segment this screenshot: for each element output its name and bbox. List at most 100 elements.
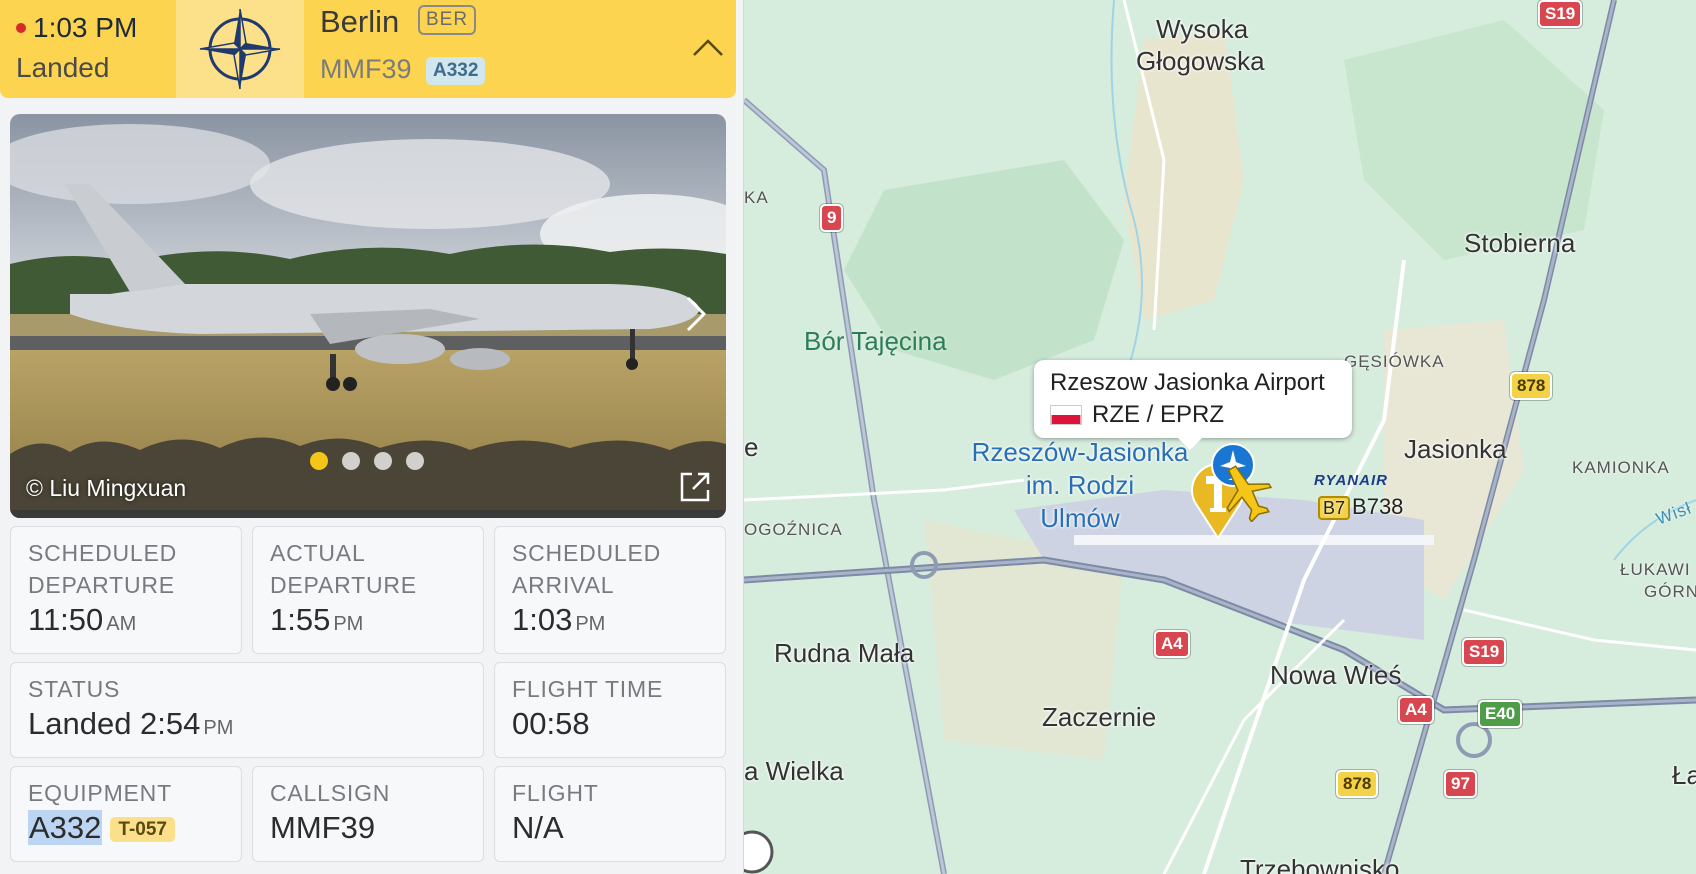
- town-label: Głogowska: [1136, 46, 1265, 76]
- status-cell: STATUS Landed 2:54 PM: [10, 662, 484, 758]
- town-label: Trzebownisko: [1240, 854, 1400, 874]
- airport-label-line: Rzeszów-Jasionka: [971, 437, 1189, 467]
- scheduled-departure-value-row: 11:50 AM: [28, 601, 241, 643]
- popup-airport-codes: RZE / EPRZ: [1092, 401, 1225, 428]
- town-label: a Wielka: [744, 756, 844, 786]
- flight-tracker-screen: 1:03 PM Landed Berlin BER MMF39 A332 © L…: [0, 0, 1696, 874]
- callsign-cell: CALLSIGN MMF39: [252, 766, 484, 862]
- town-label: e: [744, 432, 759, 462]
- town-label: Zaczernie: [1042, 702, 1157, 732]
- village-label: GÓRNY: [1644, 582, 1696, 601]
- live-status-dot-icon: [16, 23, 26, 33]
- equipment-value-row: A332 T-057: [28, 809, 241, 849]
- scheduled-departure-time: 11:50: [28, 602, 104, 637]
- road-shield: A4: [1154, 630, 1190, 658]
- carousel-dot[interactable]: [406, 452, 424, 470]
- status-value: Landed 2:54: [28, 706, 201, 741]
- destination-iata-badge: BER: [418, 5, 477, 35]
- airport-popup[interactable]: Rzeszow Jasionka Airport RZE / EPRZ: [1034, 360, 1352, 450]
- chevron-up-icon[interactable]: [690, 33, 726, 63]
- external-link-icon[interactable]: [678, 470, 712, 504]
- airport-label-line: Ulmów: [1040, 503, 1120, 533]
- scheduled-arrival-label: SCHEDULED ARRIVAL: [512, 540, 662, 598]
- town-label: Ła: [1672, 760, 1696, 790]
- carousel-dot[interactable]: [310, 452, 328, 470]
- status-label: STATUS: [28, 676, 121, 702]
- next-photo-chevron-icon[interactable]: [684, 294, 708, 334]
- flight-number-cell: FLIGHT N/A: [494, 766, 726, 862]
- flight-status-text: Landed: [16, 52, 110, 83]
- village-label: GĘSIÓWKA: [1344, 352, 1445, 371]
- town-label: Wysoka: [1156, 14, 1249, 44]
- flight-time-cell: FLIGHT TIME 00:58: [494, 662, 726, 758]
- airline-label: RYANAIR: [1314, 472, 1388, 489]
- actual-departure-cell: ACTUAL DEPARTURE 1:55 PM: [252, 526, 484, 654]
- aircraft-type-tag: B7: [1318, 496, 1351, 520]
- road-shield: 878: [1336, 770, 1379, 798]
- actual-departure-label: ACTUAL DEPARTURE: [270, 540, 417, 598]
- town-label: Stobierna: [1464, 228, 1576, 258]
- aircraft-type-badge: A332: [426, 57, 486, 85]
- equipment-cell: EQUIPMENT A332 T-057: [10, 766, 242, 862]
- road-shield: S19: [1462, 638, 1507, 666]
- header-callsign: MMF39: [320, 54, 412, 84]
- flight-header[interactable]: 1:03 PM Landed Berlin BER MMF39 A332: [0, 0, 736, 98]
- photo-credit: © Liu Mingxuan: [26, 475, 187, 501]
- airport-map-label[interactable]: Rzeszów-Jasionka im. Rodzi Ulmów: [962, 436, 1198, 535]
- map-view[interactable]: Wysoka Głogowska Stobierna Jasionka Rudn…: [744, 0, 1696, 874]
- registration-badge[interactable]: T-057: [110, 816, 175, 842]
- forest-label: Bór Tajęcina: [804, 326, 947, 356]
- flight-time-label: FLIGHT TIME: [512, 676, 664, 702]
- actual-departure-value-row: 1:55 PM: [270, 601, 483, 643]
- village-label: ŁUKAWI: [1620, 560, 1691, 579]
- scheduled-arrival-cell: SCHEDULED ARRIVAL 1:03 PM: [494, 526, 726, 654]
- scheduled-arrival-ampm: PM: [575, 613, 606, 635]
- destination-city: Berlin: [320, 4, 400, 39]
- popup-airport-name: Rzeszow Jasionka Airport: [1050, 369, 1325, 396]
- road-shield: 97: [1444, 770, 1477, 798]
- road-shield: 9: [820, 204, 844, 232]
- aircraft-map-label[interactable]: B7 B738: [1318, 494, 1405, 520]
- village-label: KA: [744, 188, 769, 207]
- map-locate-button-icon[interactable]: [744, 830, 774, 874]
- flight-number-label: FLIGHT: [512, 780, 599, 806]
- town-label: Jasionka: [1404, 434, 1507, 464]
- aircraft-type-text: B738: [1352, 494, 1404, 519]
- arrival-time: 1:03 PM: [33, 12, 138, 43]
- equipment-label: EQUIPMENT: [28, 780, 172, 806]
- nato-compass-rose-icon: [199, 8, 281, 90]
- road-shield: S19: [1538, 0, 1583, 28]
- popup-tail: [1178, 438, 1202, 450]
- poland-flag-icon: [1050, 405, 1082, 425]
- equipment-value[interactable]: A332: [28, 810, 103, 845]
- arrival-time-block: 1:03 PM Landed: [0, 0, 176, 98]
- callsign-label: CALLSIGN: [270, 780, 391, 806]
- road-shield: A4: [1398, 696, 1434, 724]
- airport-label-line: im. Rodzi: [1025, 470, 1135, 500]
- scheduled-arrival-value-row: 1:03 PM: [512, 601, 725, 643]
- carousel-dot[interactable]: [374, 452, 392, 470]
- flight-number-value: N/A: [512, 810, 564, 845]
- road-shield: E40: [1478, 700, 1523, 728]
- road-shield: 878: [1510, 372, 1553, 400]
- village-label: OGOŹNICA: [744, 520, 843, 539]
- photo-carousel-dots: [310, 452, 424, 470]
- town-label: Nowa Wieś: [1270, 660, 1402, 690]
- status-value-row: Landed 2:54 PM: [28, 705, 483, 747]
- scheduled-departure-ampm: AM: [106, 613, 137, 635]
- scheduled-arrival-time: 1:03: [512, 602, 573, 637]
- village-label: KAMIONKA: [1572, 458, 1670, 477]
- callsign-value: MMF39: [270, 810, 376, 845]
- flight-details-panel: 1:03 PM Landed Berlin BER MMF39 A332 © L…: [0, 0, 744, 874]
- status-ampm: PM: [203, 717, 234, 739]
- arrival-time-row: 1:03 PM: [16, 12, 176, 44]
- actual-departure-ampm: PM: [333, 613, 364, 635]
- town-label: Rudna Mała: [774, 638, 915, 668]
- carousel-dot[interactable]: [342, 452, 360, 470]
- actual-departure-time: 1:55: [270, 602, 331, 637]
- aircraft-icon[interactable]: [1222, 462, 1272, 522]
- popup-codes-row: RZE / EPRZ: [1050, 401, 1352, 429]
- scheduled-departure-label: SCHEDULED DEPARTURE: [28, 540, 178, 598]
- flight-time-value: 00:58: [512, 706, 590, 741]
- scheduled-departure-cell: SCHEDULED DEPARTURE 11:50 AM: [10, 526, 242, 654]
